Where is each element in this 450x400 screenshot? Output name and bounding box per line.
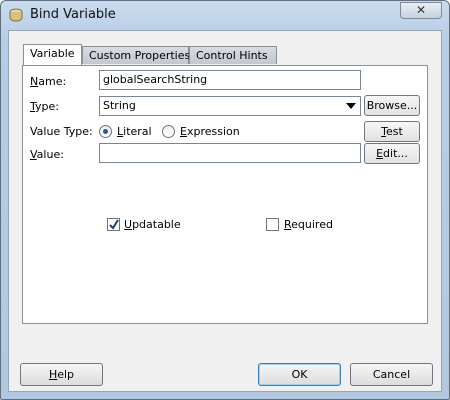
- value-label-rest: alue:: [36, 148, 64, 161]
- type-label-rest: ype:: [35, 100, 59, 113]
- literal-radio[interactable]: [99, 125, 112, 138]
- value-type-label: Value Type:: [30, 125, 93, 138]
- updatable-checkbox[interactable]: [107, 218, 120, 231]
- tab-label: Custom Properties: [89, 49, 191, 62]
- browse-button[interactable]: Browse...: [364, 95, 420, 116]
- name-label: Name:: [30, 75, 67, 88]
- chevron-down-icon: [346, 103, 356, 109]
- required-label[interactable]: Required: [284, 218, 333, 231]
- close-button[interactable]: ✕: [400, 2, 442, 19]
- type-label: Type:: [30, 100, 59, 113]
- cancel-button[interactable]: Cancel: [350, 363, 433, 386]
- test-button[interactable]: Test: [364, 121, 420, 142]
- literal-label-rest: iteral: [123, 125, 152, 138]
- tab-control-hints[interactable]: Control Hints: [189, 46, 277, 64]
- close-icon: ✕: [415, 3, 427, 17]
- bind-variable-dialog: Bind Variable ✕ Variable Custom Properti…: [0, 0, 450, 400]
- edit-button[interactable]: Edit...: [364, 143, 420, 164]
- name-label-rest: ame:: [38, 75, 67, 88]
- checkmark-icon: [109, 219, 119, 230]
- tab-variable[interactable]: Variable: [23, 44, 82, 65]
- help-label-rest: elp: [57, 368, 75, 381]
- updatable-label-rest: pdatable: [132, 218, 181, 231]
- test-label-rest: est: [386, 125, 403, 138]
- dialog-client: Variable Custom Properties Control Hints…: [8, 30, 442, 392]
- value-field[interactable]: [99, 143, 361, 163]
- tab-label: Control Hints: [196, 49, 268, 62]
- updatable-label[interactable]: Updatable: [124, 218, 181, 231]
- expression-radio[interactable]: [162, 125, 175, 138]
- tab-label: Variable: [30, 47, 75, 60]
- expression-label-rest: xpression: [186, 125, 240, 138]
- bind-variable-icon: [8, 7, 24, 23]
- name-field[interactable]: globalSearchString: [99, 70, 361, 90]
- type-select[interactable]: String: [99, 96, 361, 116]
- literal-radio-label[interactable]: Literal: [117, 125, 152, 138]
- type-select-value: String: [103, 99, 136, 112]
- dialog-title: Bind Variable: [30, 7, 116, 22]
- tab-custom-properties[interactable]: Custom Properties: [82, 46, 191, 64]
- expression-radio-label[interactable]: Expression: [180, 125, 240, 138]
- help-button[interactable]: Help: [20, 363, 103, 386]
- variable-tab-panel: Name: globalSearchString Type: String Br…: [22, 65, 428, 324]
- title-bar[interactable]: Bind Variable ✕: [1, 1, 449, 29]
- required-checkbox[interactable]: [266, 218, 279, 231]
- required-label-rest: equired: [291, 218, 333, 231]
- radio-selected-dot: [103, 129, 108, 134]
- ok-button[interactable]: OK: [258, 363, 341, 386]
- edit-label-rest: dit...: [383, 147, 408, 160]
- value-label: Value:: [30, 148, 64, 161]
